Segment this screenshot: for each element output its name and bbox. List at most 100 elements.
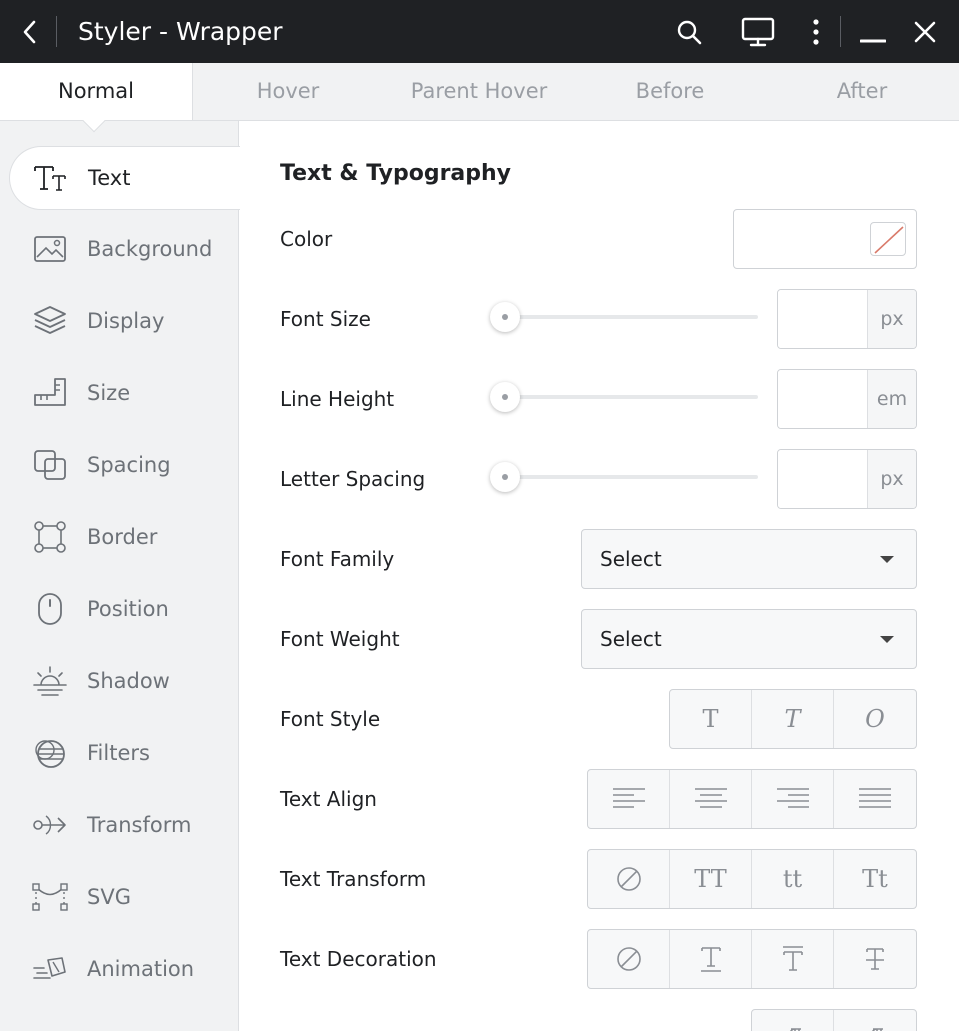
back-icon[interactable] — [10, 0, 50, 63]
line-height-input[interactable] — [778, 370, 867, 428]
line-height-field: em — [777, 369, 917, 429]
slider-thumb[interactable] — [490, 462, 520, 492]
sidebar-item-border[interactable]: Border — [0, 506, 239, 568]
text-direction-group — [751, 1009, 917, 1031]
text-transform-label: Text Transform — [280, 867, 427, 891]
tab-after[interactable]: After — [765, 63, 959, 120]
sidebar-item-animation[interactable]: Animation — [0, 938, 239, 1000]
slider-track — [500, 475, 758, 479]
font-family-label: Font Family — [280, 547, 395, 571]
lowercase-button[interactable]: tt — [752, 850, 834, 908]
slider-thumb[interactable] — [490, 382, 520, 412]
slider-track — [500, 315, 758, 319]
slider-thumb[interactable] — [490, 302, 520, 332]
minimize-icon[interactable] — [852, 0, 894, 63]
sidebar-item-label: Spacing — [87, 453, 171, 477]
image-icon — [32, 232, 68, 266]
title-divider — [56, 16, 57, 47]
text-decoration-label: Text Decoration — [280, 947, 437, 971]
tab-hover[interactable]: Hover — [193, 63, 383, 120]
sidebar-item-transform[interactable]: Transform — [0, 794, 239, 856]
capitalize-button[interactable]: Tt — [834, 850, 916, 908]
font-style-normal-button[interactable]: T — [670, 690, 752, 748]
title-bar: Styler - Wrapper — [0, 0, 959, 63]
caret-down-icon — [880, 636, 894, 643]
sidebar-item-label: Position — [87, 597, 169, 621]
font-size-label: Font Size — [280, 307, 371, 331]
more-vertical-icon[interactable] — [800, 0, 832, 63]
unit-selector[interactable]: em — [867, 370, 916, 428]
font-size-field: px — [777, 289, 917, 349]
line-height-label: Line Height — [280, 387, 395, 411]
font-size-slider[interactable] — [490, 302, 758, 332]
search-icon[interactable] — [668, 0, 710, 63]
sidebar-item-label: Text — [88, 166, 131, 190]
letter-spacing-slider[interactable] — [490, 462, 758, 492]
section-title: Text & Typography — [280, 161, 512, 186]
none-icon[interactable] — [588, 930, 670, 988]
underline-icon[interactable] — [670, 930, 752, 988]
sidebar-item-label: Border — [87, 525, 158, 549]
sidebar-item-filters[interactable]: Filters — [0, 722, 239, 784]
close-icon[interactable] — [904, 0, 946, 63]
sunrise-icon — [32, 664, 68, 698]
state-tabs: Normal Hover Parent Hover Before After — [0, 63, 959, 121]
spacing-icon — [32, 448, 68, 482]
align-justify-icon[interactable] — [834, 770, 916, 828]
unit-selector[interactable]: px — [867, 450, 916, 508]
layers-icon — [32, 304, 68, 338]
sidebar-item-label: Transform — [87, 813, 192, 837]
text-align-label: Text Align — [280, 787, 377, 811]
font-style-oblique-button[interactable]: O — [834, 690, 916, 748]
text-transform-group: TT tt Tt — [587, 849, 917, 909]
font-size-input[interactable] — [778, 290, 867, 348]
no-color-swatch-icon — [870, 222, 906, 256]
sidebar-item-svg[interactable]: SVG — [0, 866, 239, 928]
sidebar-item-shadow[interactable]: Shadow — [0, 650, 239, 712]
caret-down-icon — [880, 556, 894, 563]
paragraph-ltr-icon[interactable] — [752, 1010, 834, 1031]
color-picker[interactable] — [733, 209, 917, 269]
sidebar-item-label: Size — [87, 381, 131, 405]
align-left-icon[interactable] — [588, 770, 670, 828]
filters-icon — [32, 736, 68, 770]
sidebar-item-label: Filters — [87, 741, 150, 765]
overline-icon[interactable] — [752, 930, 834, 988]
select-value: Select — [600, 547, 662, 571]
text-align-group — [587, 769, 917, 829]
tab-before[interactable]: Before — [575, 63, 765, 120]
align-right-icon[interactable] — [752, 770, 834, 828]
sidebar-item-size[interactable]: Size — [0, 362, 239, 424]
font-weight-select[interactable]: Select — [581, 609, 917, 669]
font-family-select[interactable]: Select — [581, 529, 917, 589]
letter-spacing-field: px — [777, 449, 917, 509]
paragraph-rtl-icon[interactable] — [834, 1010, 916, 1031]
font-weight-label: Font Weight — [280, 627, 400, 651]
sidebar-item-position[interactable]: Position — [0, 578, 239, 640]
uppercase-button[interactable]: TT — [670, 850, 752, 908]
sidebar-item-label: SVG — [87, 885, 131, 909]
settings-panel: Text & Typography Color Font Size px Lin… — [240, 121, 959, 1031]
strikethrough-icon[interactable] — [834, 930, 916, 988]
align-center-icon[interactable] — [670, 770, 752, 828]
sidebar-item-spacing[interactable]: Spacing — [0, 434, 239, 496]
slider-track — [500, 395, 758, 399]
letter-spacing-label: Letter Spacing — [280, 467, 426, 491]
vector-icon — [32, 880, 68, 914]
sidebar-item-display[interactable]: Display — [0, 290, 239, 352]
sidebar-item-text[interactable]: Text — [9, 146, 240, 210]
none-icon[interactable] — [588, 850, 670, 908]
sidebar-item-background[interactable]: Background — [0, 218, 239, 280]
tab-parent-hover[interactable]: Parent Hover — [383, 63, 575, 120]
animation-icon — [32, 952, 68, 986]
line-height-slider[interactable] — [490, 382, 758, 412]
mouse-icon — [32, 592, 68, 626]
unit-selector[interactable]: px — [867, 290, 916, 348]
font-style-label: Font Style — [280, 707, 381, 731]
sidebar-item-label: Display — [87, 309, 165, 333]
letter-spacing-input[interactable] — [778, 450, 867, 508]
font-style-italic-button[interactable]: T — [752, 690, 834, 748]
title-divider — [840, 16, 841, 47]
transform-icon — [32, 808, 68, 842]
monitor-icon[interactable] — [736, 0, 780, 63]
